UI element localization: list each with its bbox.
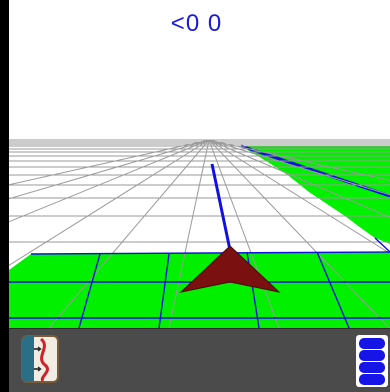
bottom-toolbar <box>9 328 390 392</box>
guidance-icon <box>21 335 59 383</box>
app-frame: <0 0 <box>0 0 390 392</box>
heading-readout: <0 0 <box>170 10 223 37</box>
layers-icon <box>356 335 388 387</box>
perspective-field-view <box>9 0 390 328</box>
layers-button[interactable] <box>356 335 388 387</box>
guidance-mode-button[interactable] <box>21 335 61 385</box>
map-viewport[interactable]: <0 0 <box>9 0 390 328</box>
